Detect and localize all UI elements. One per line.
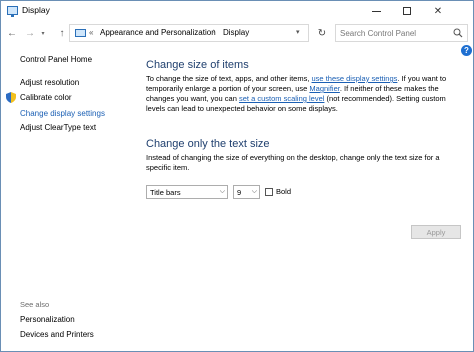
item-select-value: Title bars: [150, 188, 181, 197]
back-arrow-icon: ←: [7, 27, 17, 39]
see-also-label: See also: [20, 300, 50, 309]
help-button[interactable]: ?: [461, 45, 472, 56]
close-icon: ✕: [433, 5, 443, 17]
refresh-button[interactable]: ↻: [314, 25, 330, 41]
maximize-button[interactable]: [393, 1, 421, 21]
search-input[interactable]: [340, 27, 452, 39]
breadcrumb-appearance[interactable]: Appearance and Personalization: [100, 28, 216, 37]
monitor-icon: [7, 6, 18, 17]
forward-arrow-icon: →: [25, 27, 35, 39]
help-icon: ?: [464, 46, 469, 55]
bold-label[interactable]: Bold: [276, 187, 291, 196]
section-description-size: To change the size of text, apps, and ot…: [146, 74, 461, 114]
description-text: To change the size of text, apps, and ot…: [146, 74, 312, 83]
up-arrow-icon: ↑: [59, 27, 65, 39]
chevron-down-icon: ⌵: [219, 188, 225, 195]
refresh-icon: ↻: [317, 27, 327, 39]
maximize-icon: [403, 7, 411, 15]
up-button[interactable]: ↑: [55, 26, 69, 40]
personalization-link[interactable]: Personalization: [20, 315, 75, 324]
search-box[interactable]: [335, 24, 468, 42]
calibrate-color-link[interactable]: Calibrate color: [20, 93, 72, 102]
control-panel-home-link[interactable]: Control Panel Home: [20, 55, 92, 64]
shield-icon: [6, 92, 16, 103]
apply-button[interactable]: Apply: [411, 225, 461, 239]
font-size-value: 9: [237, 188, 242, 197]
breadcrumb-separator[interactable]: ›: [213, 28, 215, 35]
change-display-settings-link[interactable]: Change display settings: [20, 109, 105, 118]
font-size-select[interactable]: 9 ⌵: [233, 185, 260, 199]
navigation-row: ← → ▾ ↑ « Appearance and Personalization…: [1, 21, 473, 45]
breadcrumb-overflow[interactable]: «: [89, 28, 93, 37]
minimize-icon: [371, 10, 381, 12]
devices-and-printers-link[interactable]: Devices and Printers: [20, 330, 94, 339]
display-window: Display ✕ ← → ▾ ↑ « Appearance and Perso…: [0, 0, 474, 352]
window-title: Display: [22, 5, 50, 15]
close-button[interactable]: ✕: [424, 1, 452, 21]
recent-locations-button[interactable]: ▾: [39, 26, 47, 40]
minimize-button[interactable]: [362, 1, 390, 21]
title-bar: Display ✕: [1, 1, 473, 21]
address-dropdown-icon[interactable]: ▾: [296, 28, 300, 36]
search-icon[interactable]: [453, 28, 463, 38]
address-bar[interactable]: « Appearance and Personalization › Displ…: [69, 24, 309, 42]
display-settings-link[interactable]: use these display settings: [312, 74, 398, 83]
item-select[interactable]: Title bars ⌵: [146, 185, 228, 199]
breadcrumb-display[interactable]: Display: [223, 28, 249, 37]
custom-scaling-link[interactable]: set a custom scaling level: [239, 94, 324, 103]
section-title-change-size: Change size of items: [146, 59, 249, 71]
chevron-down-icon: ⌵: [251, 188, 257, 195]
magnifier-link[interactable]: Magnifier: [309, 84, 339, 93]
back-button[interactable]: ←: [5, 26, 19, 40]
chevron-down-icon: ▾: [41, 30, 45, 37]
adjust-cleartype-link[interactable]: Adjust ClearType text: [20, 123, 96, 132]
bold-checkbox[interactable]: [265, 188, 273, 196]
left-nav-pane: Control Panel Home Adjust resolution Cal…: [1, 45, 137, 351]
section-description-text-size: Instead of changing the size of everythi…: [146, 153, 440, 172]
forward-button[interactable]: →: [23, 26, 37, 40]
control-panel-icon: [75, 29, 86, 37]
section-title-text-size: Change only the text size: [146, 138, 270, 150]
adjust-resolution-link[interactable]: Adjust resolution: [20, 78, 79, 87]
